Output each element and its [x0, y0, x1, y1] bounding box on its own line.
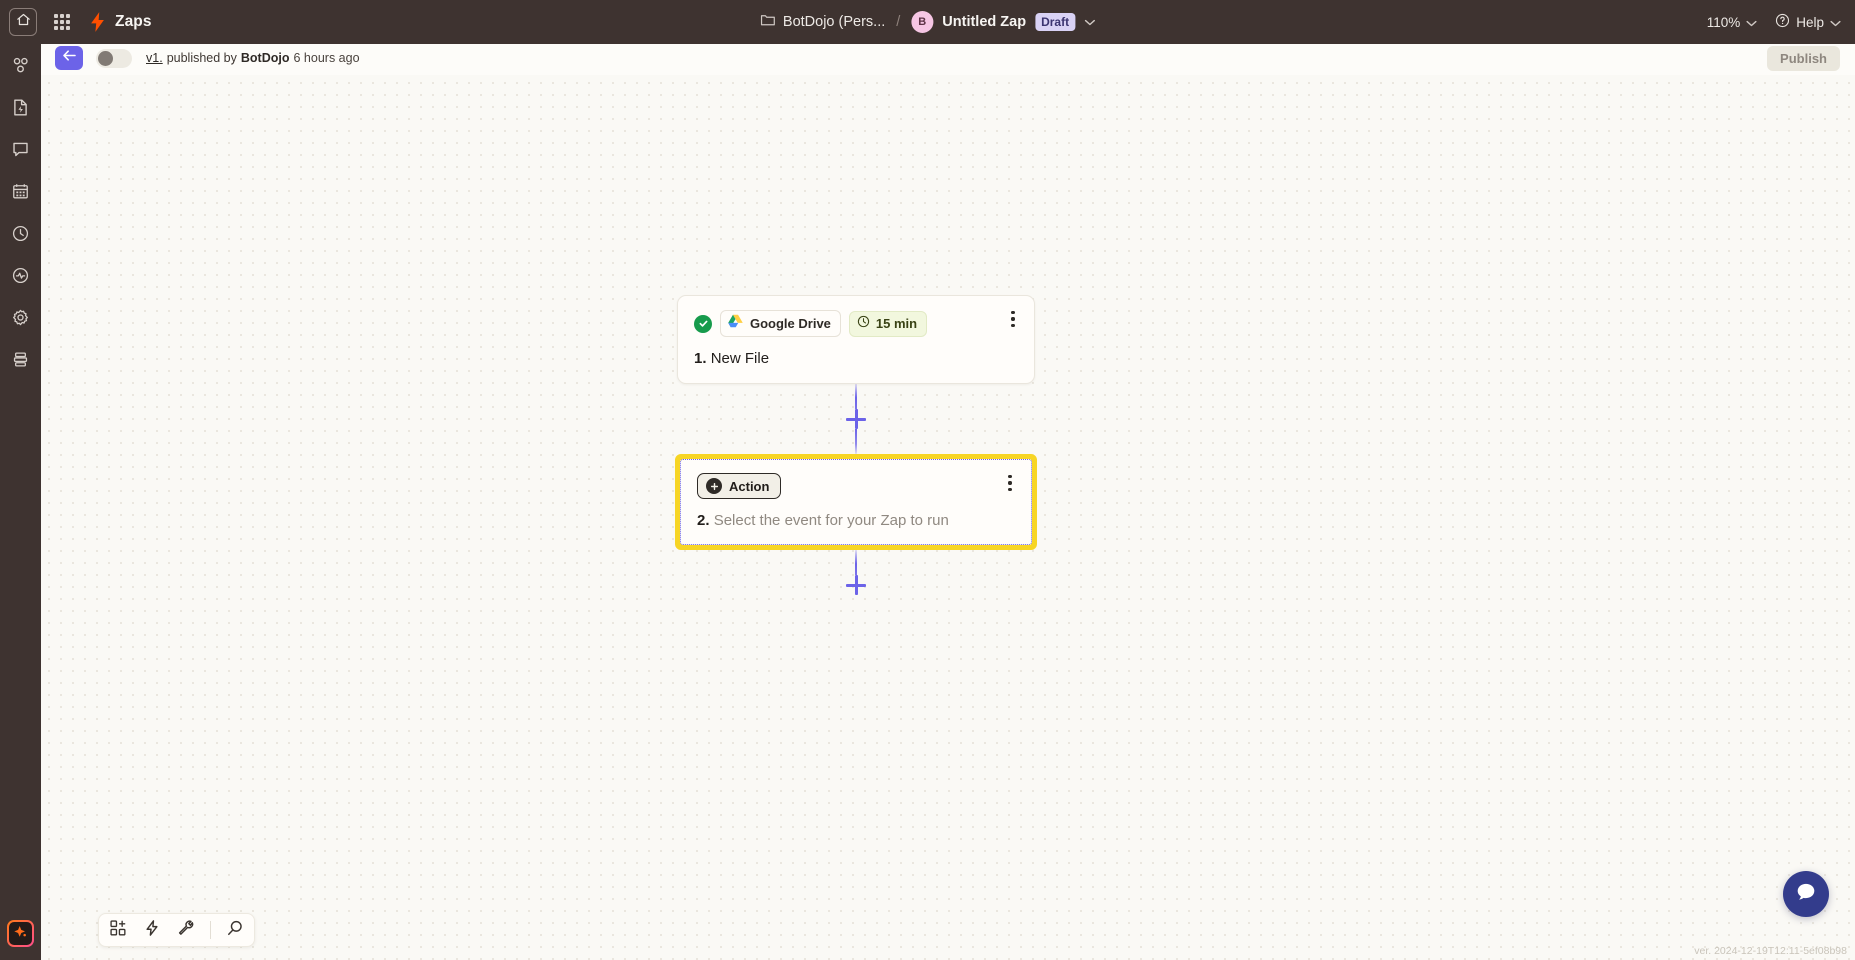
action-node-selection-ring: Action 2. Select the event for your Zap …: [675, 454, 1037, 550]
avatar: B: [911, 11, 934, 33]
sidebar-item-chatbots[interactable]: [5, 136, 37, 168]
chevron-down-icon: [1830, 15, 1841, 30]
home-icon: [16, 12, 31, 32]
question-circle-icon: [1775, 13, 1790, 31]
status-badge: Draft: [1035, 13, 1076, 31]
add-step-button-1[interactable]: [846, 409, 866, 429]
toggle-knob: [98, 50, 113, 66]
trigger-app-name: Google Drive: [750, 316, 831, 331]
nodes-icon: [11, 56, 30, 80]
chevron-down-icon[interactable]: [1084, 13, 1095, 31]
kebab-menu-icon[interactable]: [1001, 472, 1019, 494]
trigger-node[interactable]: Google Drive 15 min 1. New File: [677, 295, 1035, 384]
toolbar-add-app[interactable]: [108, 919, 128, 942]
version-link[interactable]: v1.: [146, 51, 163, 65]
page-title: Zaps: [115, 13, 152, 30]
trigger-schedule-chip[interactable]: 15 min: [848, 310, 928, 337]
trigger-schedule-label: 15 min: [875, 316, 918, 331]
top-bar: Zaps BotDojo (Pers... / B Untitled Zap D…: [0, 0, 1855, 44]
zap-name[interactable]: Untitled Zap: [942, 14, 1026, 30]
gear-icon: [11, 308, 30, 332]
connector-line-top: [854, 384, 858, 409]
version-footer-text: ver. 2024-12-19T12:11-5ef08b98: [1694, 945, 1847, 957]
breadcrumb-folder-label: BotDojo (Pers...: [782, 14, 886, 30]
search-icon: [226, 919, 244, 942]
kebab-menu-icon[interactable]: [1004, 308, 1022, 330]
trigger-step-number: 1.: [694, 350, 707, 367]
clock-icon: [857, 315, 870, 333]
table-icon: [11, 182, 30, 206]
trigger-title-text: New File: [710, 350, 770, 367]
activity-icon: [11, 266, 30, 290]
add-step-button-2[interactable]: [846, 575, 866, 595]
clock-icon: [11, 224, 30, 248]
google-drive-icon: [728, 314, 743, 333]
sub-header: v1. published by BotDojo 6 hours ago Pub…: [41, 41, 1855, 75]
action-chip-label: Action: [729, 478, 770, 494]
toolbar-tools[interactable]: [176, 919, 196, 942]
chat-support-icon: [1794, 880, 1818, 909]
zoom-level-label: 110%: [1706, 14, 1741, 30]
top-bar-right: 110% Help: [1707, 0, 1841, 44]
version-author: BotDojo: [240, 51, 290, 65]
trigger-node-header: Google Drive 15 min: [694, 310, 1018, 337]
app-grid-icon: [54, 14, 58, 18]
action-node[interactable]: Action 2. Select the event for your Zap …: [680, 459, 1032, 545]
toolbar-actions[interactable]: [142, 919, 162, 942]
canvas-toolbar: [98, 913, 255, 947]
toolbar-divider: [210, 921, 211, 939]
toolbar-search[interactable]: [225, 920, 245, 940]
action-title-text: Select the event for your Zap to run: [713, 512, 949, 529]
zap-canvas[interactable]: Google Drive 15 min 1. New File Action 2…: [41, 75, 1855, 960]
sidebar-item-tables[interactable]: [5, 178, 37, 210]
folder-icon: [760, 13, 775, 31]
trigger-node-title: 1. New File: [694, 350, 1018, 367]
help-control[interactable]: Help: [1775, 13, 1841, 31]
bolt-icon: [143, 919, 161, 942]
breadcrumb-separator: /: [896, 14, 901, 30]
connector-line-end: [854, 550, 858, 575]
database-icon: [11, 350, 30, 374]
version-info: v1. published by BotDojo 6 hours ago: [146, 51, 360, 65]
sidebar-item-storage[interactable]: [5, 346, 37, 378]
sidebar-item-templates[interactable]: [5, 94, 37, 126]
check-circle-icon: [694, 314, 712, 333]
chat-support-button[interactable]: [1783, 871, 1829, 917]
zap-flow: Google Drive 15 min 1. New File Action 2…: [671, 295, 1041, 595]
trigger-app-chip[interactable]: Google Drive: [720, 310, 841, 337]
back-arrow-icon: [62, 49, 77, 67]
sidebar-item-monitoring[interactable]: [5, 262, 37, 294]
ai-sparkle-icon: [13, 924, 28, 944]
zapier-bolt-icon[interactable]: [89, 12, 106, 32]
sidebar-item-history[interactable]: [5, 220, 37, 252]
sidebar-item-zaps[interactable]: [5, 52, 37, 84]
wrench-icon: [177, 919, 195, 942]
version-toggle[interactable]: [96, 48, 132, 68]
chevron-down-icon: [1746, 15, 1757, 30]
action-chip[interactable]: Action: [697, 473, 782, 499]
action-node-title: 2. Select the event for your Zap to run: [697, 512, 1015, 529]
back-button[interactable]: [55, 46, 83, 70]
home-button[interactable]: [9, 8, 37, 36]
sidebar-item-settings[interactable]: [5, 304, 37, 336]
app-grid-button[interactable]: [51, 11, 73, 33]
add-app-icon: [109, 919, 127, 942]
action-plus-icon: [706, 478, 722, 494]
left-sidebar: [0, 44, 41, 960]
chat-bubble-icon: [11, 140, 30, 164]
file-bolt-icon: [11, 98, 30, 122]
breadcrumb: BotDojo (Pers... / B Untitled Zap Draft: [760, 11, 1095, 33]
connector-line-bottom: [854, 429, 858, 454]
publish-button[interactable]: Publish: [1767, 45, 1840, 71]
help-label: Help: [1796, 14, 1824, 30]
ai-assistant-button[interactable]: [7, 920, 34, 947]
breadcrumb-folder[interactable]: BotDojo (Pers...: [760, 13, 885, 31]
published-by-text: published by: [166, 51, 237, 65]
action-step-number: 2.: [697, 512, 710, 529]
zoom-control[interactable]: 110%: [1707, 15, 1758, 30]
version-time-ago: 6 hours ago: [293, 51, 360, 65]
